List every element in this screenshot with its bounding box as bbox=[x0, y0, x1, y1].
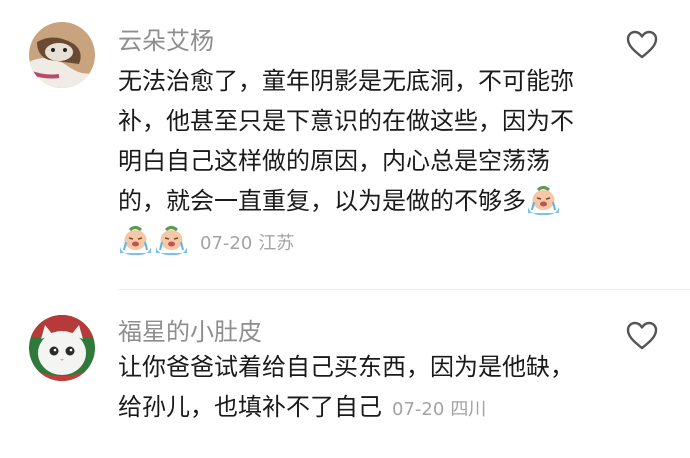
comment-item: 云朵艾杨 无法治愈了，童年阴影是无底洞，不可能弥补，他甚至只是下意识的在做这些，… bbox=[0, 0, 690, 290]
comment-meta: 07-20 四川 bbox=[392, 399, 486, 420]
comment-text: 无法治愈了，童年阴影是无底洞，不可能弥补，他甚至只是下意识的在做这些，因为不明白… bbox=[118, 61, 588, 264]
comment-body: 让你爸爸试着给自己买东西，因为是他缺，给孙儿，也填补不了自己 bbox=[118, 353, 574, 421]
like-button[interactable] bbox=[624, 319, 660, 351]
username[interactable]: 福星的小肚皮 bbox=[118, 317, 262, 347]
comment-body: 无法治愈了，童年阴影是无底洞，不可能弥补，他甚至只是下意识的在做这些，因为不明白… bbox=[118, 67, 574, 215]
avatar[interactable] bbox=[29, 22, 95, 88]
crying-bear-emoji bbox=[118, 224, 153, 256]
like-button[interactable] bbox=[624, 28, 660, 60]
username[interactable]: 云朵艾杨 bbox=[118, 26, 214, 56]
comment-meta: 07-20 江苏 bbox=[200, 233, 294, 254]
crying-bear-emoji bbox=[154, 224, 189, 256]
heart-outline-icon bbox=[626, 30, 658, 58]
comment-item: 福星的小肚皮 让你爸爸试着给自己买东西，因为是他缺，给孙儿，也填补不了自己 07-… bbox=[0, 290, 690, 458]
avatar[interactable] bbox=[29, 315, 95, 381]
heart-outline-icon bbox=[626, 321, 658, 349]
comment-text: 让你爸爸试着给自己买东西，因为是他缺，给孙儿，也填补不了自己 07-20 四川 bbox=[118, 347, 588, 430]
comment-date: 07-20 bbox=[392, 399, 445, 420]
comment-date: 07-20 bbox=[200, 233, 253, 254]
comment-location: 江苏 bbox=[258, 233, 295, 254]
crying-bear-emoji bbox=[526, 184, 561, 216]
comment-location: 四川 bbox=[450, 399, 487, 420]
